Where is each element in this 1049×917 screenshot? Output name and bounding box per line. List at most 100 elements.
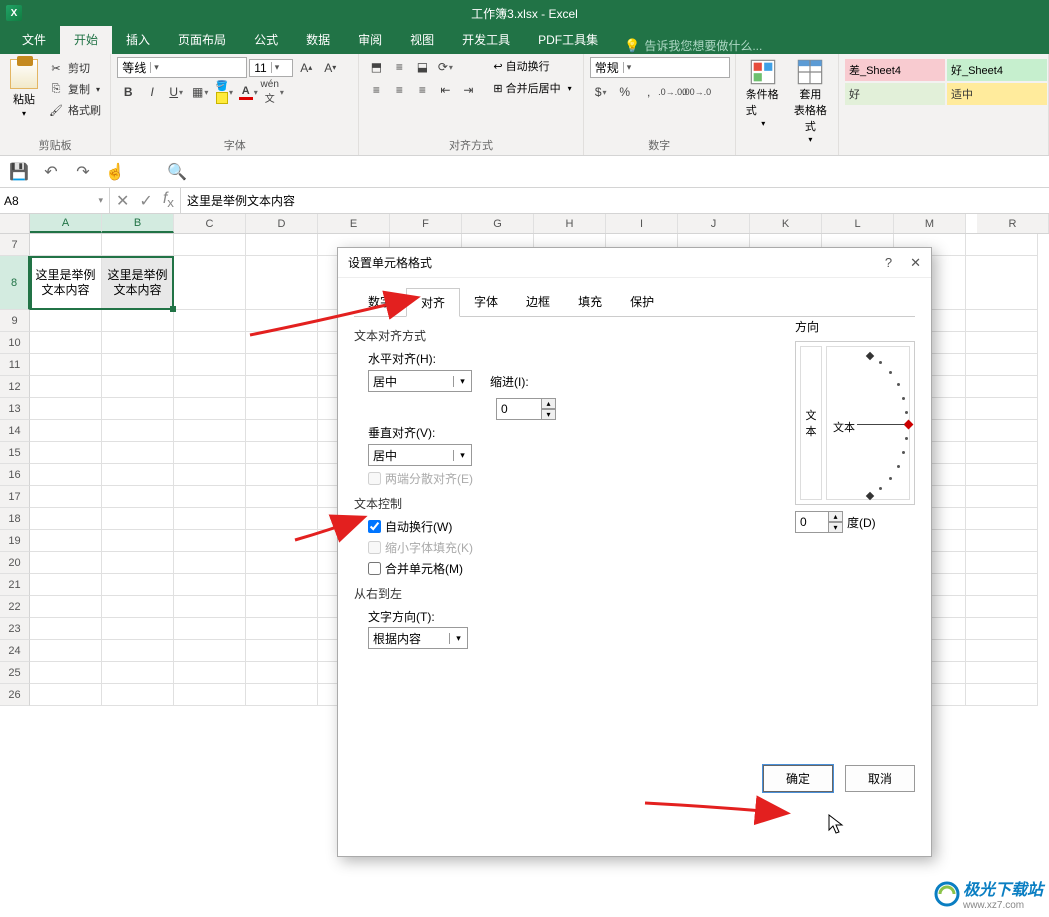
row-header-16[interactable]: 16 <box>0 464 30 486</box>
cancel-button[interactable]: 取消 <box>845 765 915 792</box>
cell[interactable] <box>246 508 318 530</box>
cell[interactable] <box>246 398 318 420</box>
deg-up[interactable]: ▴ <box>829 511 843 522</box>
redo-button[interactable]: ↷ <box>72 161 94 183</box>
cell[interactable] <box>966 420 1038 442</box>
col-header-I[interactable]: I <box>606 214 678 233</box>
cell[interactable] <box>174 332 246 354</box>
spinner-down[interactable]: ▾ <box>542 409 556 420</box>
row-header-8[interactable]: 8 <box>0 256 30 310</box>
cell[interactable] <box>246 256 318 310</box>
cell[interactable] <box>102 618 174 640</box>
cell[interactable] <box>30 552 102 574</box>
v-align-combo[interactable]: 居中▾ <box>368 444 472 466</box>
formula-input[interactable]: 这里是举例文本内容 <box>181 188 1049 213</box>
tab-data[interactable]: 数据 <box>292 25 344 54</box>
cell[interactable] <box>174 596 246 618</box>
decrease-decimal-button[interactable]: .00→.0 <box>686 82 708 102</box>
col-header-R[interactable]: R <box>977 214 1049 233</box>
cell[interactable] <box>30 234 102 256</box>
cell[interactable] <box>246 618 318 640</box>
cell[interactable] <box>174 464 246 486</box>
cell[interactable] <box>966 354 1038 376</box>
row-header-15[interactable]: 15 <box>0 442 30 464</box>
spinner-up[interactable]: ▴ <box>542 398 556 409</box>
cell[interactable] <box>966 376 1038 398</box>
tab-file[interactable]: 文件 <box>8 25 60 54</box>
cell[interactable] <box>102 310 174 332</box>
merge-center-button[interactable]: ⊞合并后居中▾ <box>489 79 575 97</box>
merge-cells-checkbox[interactable]: 合并单元格(M) <box>368 560 915 577</box>
tab-insert[interactable]: 插入 <box>112 25 164 54</box>
cell[interactable] <box>246 684 318 706</box>
close-button[interactable]: ✕ <box>910 255 921 271</box>
row-header-25[interactable]: 25 <box>0 662 30 684</box>
cell[interactable] <box>30 442 102 464</box>
help-button[interactable]: ? <box>885 255 892 271</box>
col-header-H[interactable]: H <box>534 214 606 233</box>
fx-icon[interactable]: fx <box>163 190 174 210</box>
dlg-tab-number[interactable]: 数字 <box>354 288 406 316</box>
cell[interactable] <box>966 530 1038 552</box>
cell[interactable] <box>966 552 1038 574</box>
border-button[interactable]: ▦ <box>189 82 211 102</box>
row-header-13[interactable]: 13 <box>0 398 30 420</box>
dlg-tab-protection[interactable]: 保护 <box>616 288 668 316</box>
row-header-10[interactable]: 10 <box>0 332 30 354</box>
cell[interactable] <box>102 530 174 552</box>
cell-style-good2[interactable]: 好_Sheet4 <box>947 59 1047 81</box>
cell[interactable] <box>102 552 174 574</box>
underline-button[interactable]: U <box>165 82 187 102</box>
cell[interactable] <box>174 684 246 706</box>
cell[interactable] <box>174 420 246 442</box>
italic-button[interactable]: I <box>141 82 163 102</box>
row-header-21[interactable]: 21 <box>0 574 30 596</box>
cell[interactable] <box>102 662 174 684</box>
dlg-tab-font[interactable]: 字体 <box>460 288 512 316</box>
cell[interactable] <box>246 354 318 376</box>
phonetic-button[interactable]: wén文 <box>261 82 283 102</box>
decrease-font-button[interactable]: A▾ <box>319 58 341 78</box>
cell[interactable] <box>966 596 1038 618</box>
col-header-J[interactable]: J <box>678 214 750 233</box>
increase-font-button[interactable]: A▴ <box>295 58 317 78</box>
cell[interactable] <box>174 398 246 420</box>
cell[interactable] <box>246 376 318 398</box>
tab-formulas[interactable]: 公式 <box>240 25 292 54</box>
text-direction-combo[interactable]: 根据内容▾ <box>368 627 468 649</box>
font-color-button[interactable]: A <box>237 82 259 102</box>
cell[interactable] <box>102 464 174 486</box>
cell[interactable] <box>246 332 318 354</box>
cell[interactable] <box>102 332 174 354</box>
font-size-combo[interactable]: 11▾ <box>249 59 293 77</box>
indent-spinner[interactable]: ▴▾ <box>496 398 556 420</box>
row-header-18[interactable]: 18 <box>0 508 30 530</box>
cell-style-neutral[interactable]: 适中 <box>947 83 1047 105</box>
cell[interactable] <box>102 508 174 530</box>
cell[interactable] <box>966 332 1038 354</box>
row-header-26[interactable]: 26 <box>0 684 30 706</box>
col-header-E[interactable]: E <box>318 214 390 233</box>
cell[interactable] <box>30 486 102 508</box>
row-header-19[interactable]: 19 <box>0 530 30 552</box>
cell[interactable] <box>102 376 174 398</box>
cell[interactable] <box>966 662 1038 684</box>
cell[interactable] <box>30 596 102 618</box>
cell[interactable] <box>174 552 246 574</box>
cell[interactable] <box>246 486 318 508</box>
cell[interactable] <box>30 530 102 552</box>
cell[interactable] <box>102 234 174 256</box>
cell[interactable] <box>174 234 246 256</box>
tab-review[interactable]: 审阅 <box>344 25 396 54</box>
col-header-G[interactable]: G <box>462 214 534 233</box>
cell[interactable] <box>246 234 318 256</box>
degrees-spinner[interactable]: ▴▾ <box>795 511 843 533</box>
cell[interactable] <box>246 552 318 574</box>
increase-decimal-button[interactable]: .0→.00 <box>662 82 684 102</box>
orientation-dial[interactable]: 文本 <box>826 346 910 500</box>
accounting-format-button[interactable]: $ <box>590 82 612 102</box>
cell[interactable] <box>102 684 174 706</box>
row-header-12[interactable]: 12 <box>0 376 30 398</box>
tab-view[interactable]: 视图 <box>396 25 448 54</box>
dlg-tab-fill[interactable]: 填充 <box>564 288 616 316</box>
